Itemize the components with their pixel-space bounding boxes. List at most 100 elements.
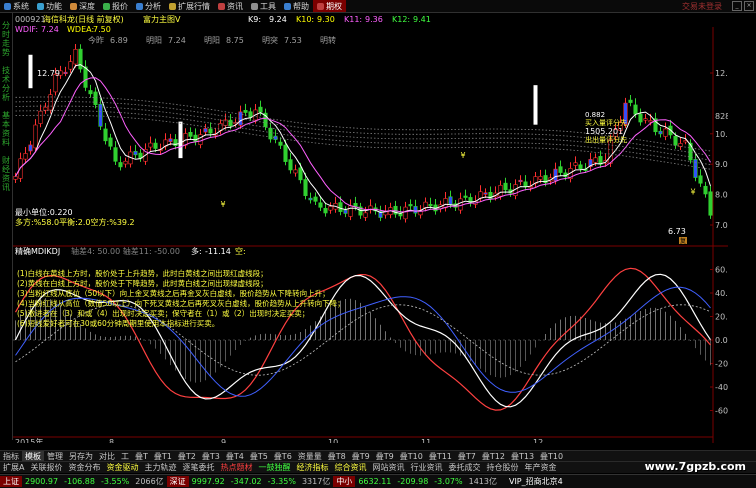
login-status: 交易未登录: [682, 2, 722, 11]
function-tab-0[interactable]: 扩展A: [0, 462, 27, 473]
menu-label: 帮助: [293, 1, 309, 11]
menu-item-6[interactable]: 资讯: [214, 0, 247, 12]
menu-item-0[interactable]: 系统: [0, 0, 33, 12]
indicator-tab-9[interactable]: 叠T3: [199, 451, 223, 462]
indicator-note: (3)当粉红线从底位（50以下）向上金叉黄线之后再金叉灰白虚线，股价趋势从下降转…: [17, 288, 330, 298]
price-tick: 9.00: [715, 160, 728, 169]
menu-icon: [251, 2, 258, 10]
index-label[interactable]: 中小: [333, 476, 356, 487]
indicator-tab-19[interactable]: 叠T7: [455, 451, 479, 462]
price-tick: 10.00: [715, 130, 728, 139]
indicator-note: (6)短线爱好者可在30或60分钟周期里使用本指标进行买卖。: [17, 318, 219, 328]
indicator-tab-21[interactable]: 叠T13: [508, 451, 537, 462]
indicator-tab-2[interactable]: 管理: [44, 451, 66, 462]
indicator-tab-17[interactable]: 叠T10: [397, 451, 426, 462]
index-vol: 2066亿: [135, 477, 164, 486]
ma-value: 9.36: [365, 15, 383, 24]
indicator-notes: (1)白线在黄线上方时，股价处于上升趋势，此时白黄线之间出现红虚线段；(2)黄线…: [17, 268, 345, 328]
menu-item-1[interactable]: 功能: [33, 0, 66, 12]
indicator-tab-22[interactable]: 叠T10: [537, 451, 566, 462]
signal-empty: 空:: [235, 246, 246, 256]
indicator-tab-8[interactable]: 叠T2: [175, 451, 199, 462]
function-tab-8[interactable]: 经济指标: [293, 462, 331, 473]
menu-item-3[interactable]: 报价: [99, 0, 132, 12]
candle-body: [113, 147, 118, 162]
function-tab-10[interactable]: 网站资讯: [369, 462, 407, 473]
left-tab-3[interactable]: 财经资讯: [1, 156, 11, 192]
date-label: 9: [221, 438, 226, 443]
candle-body: [168, 138, 173, 142]
left-tab-1[interactable]: 技术分析: [1, 66, 11, 102]
candle-body: [278, 141, 283, 146]
indicator-tab-13[interactable]: 资量量: [295, 451, 325, 462]
index-label[interactable]: 上证: [0, 476, 22, 487]
candle-body: [88, 90, 93, 95]
menu-item-4[interactable]: 分析: [132, 0, 165, 12]
note-2: 买入量评分先: [585, 118, 627, 127]
indicator-tab-16[interactable]: 叠T9: [373, 451, 397, 462]
indicator-tab-0[interactable]: 指标: [0, 451, 22, 462]
stock-name: 海信科龙(日线 前复权): [43, 14, 124, 24]
indicator-tab-1[interactable]: 模板: [22, 450, 44, 462]
indicator-tab-3[interactable]: 另存为: [66, 451, 96, 462]
indicator-tab-5[interactable]: 工: [118, 451, 132, 462]
candle-body: [428, 204, 433, 207]
function-tab-1[interactable]: 关联报价: [27, 462, 65, 473]
close-button[interactable]: ×: [744, 1, 754, 11]
indicator-tab-20[interactable]: 叠T12: [479, 451, 508, 462]
indicator-tab-6[interactable]: 叠T: [132, 451, 151, 462]
indicator-tab-4[interactable]: 对比: [96, 451, 118, 462]
menu-item-9[interactable]: 期权: [313, 0, 346, 12]
candle-body: [193, 134, 198, 142]
function-tab-6[interactable]: 热点题材: [217, 462, 255, 473]
menu-item-2[interactable]: 深度: [66, 0, 99, 12]
status-bar: 上证 2900.97 -106.88 -3.55% 2066亿 深证 9997.92 -347…: [0, 474, 756, 488]
indicator-tab-15[interactable]: 叠T9: [349, 451, 373, 462]
function-tab-2[interactable]: 资金分布: [65, 462, 103, 473]
site-watermark: www.7gpzb.com: [644, 460, 746, 473]
min-unit-label: 最小单位:0.220: [15, 207, 73, 217]
function-tab-9[interactable]: 综合资讯: [331, 462, 369, 473]
function-tab-3[interactable]: 资金驱动: [103, 462, 141, 473]
function-tab-5[interactable]: 逐笔委托: [179, 462, 217, 473]
candle-body: [443, 198, 448, 209]
candle-body: [33, 124, 38, 149]
left-tab-2[interactable]: 基本资料: [1, 111, 11, 147]
candle-body: [68, 61, 73, 70]
indicator-tab-12[interactable]: 叠T6: [271, 451, 295, 462]
left-tab-0[interactable]: 分时走势: [1, 21, 11, 57]
candle-body: [553, 168, 558, 182]
index-chg: -106.88: [64, 477, 95, 486]
wdif-values: WDIF: 7.24 WDEA:7.50: [15, 25, 111, 34]
function-tab-13[interactable]: 持仓股份: [483, 462, 521, 473]
indicator-tab-14[interactable]: 叠T8: [325, 451, 349, 462]
function-tab-4[interactable]: 主力轨迹: [141, 462, 179, 473]
menu-item-8[interactable]: 帮助: [280, 0, 313, 12]
function-tab-11[interactable]: 行业资讯: [407, 462, 445, 473]
stock-chart[interactable]: ¥ ¥ ¥ 12.00 10.00 9.00 8.00 7.00 828 60.00 40.00 2…: [13, 13, 728, 443]
ma-label: K9:: [248, 15, 261, 24]
menu-item-5[interactable]: 扩展行情: [165, 0, 214, 12]
candle-body: [413, 206, 418, 214]
indicator-tab-18[interactable]: 叠T11: [426, 451, 455, 462]
buy-signal-icon: ¥: [691, 188, 696, 197]
indicator-name[interactable]: 精确MDIKDJ: [15, 246, 60, 256]
function-tab-7[interactable]: 一鼓独醒: [255, 462, 293, 473]
ma-value: 9.24: [269, 15, 287, 24]
candle-body: [248, 111, 253, 118]
candle-body: [518, 179, 523, 183]
indicator-tab-10[interactable]: 叠T4: [223, 451, 247, 462]
index-label[interactable]: 深证: [166, 476, 189, 487]
minimize-button[interactable]: _: [732, 1, 742, 11]
candle-body: [298, 167, 303, 181]
menu-item-7[interactable]: 工具: [247, 0, 280, 12]
function-tab-14[interactable]: 年产资金: [521, 462, 559, 473]
function-tab-12[interactable]: 委托成交: [445, 462, 483, 473]
candle-body: [38, 110, 43, 124]
indicator-tab-7[interactable]: 叠T1: [151, 451, 175, 462]
candle-body: [643, 118, 648, 121]
indicator-tab-11[interactable]: 叠T5: [247, 451, 271, 462]
ma-label: K12:: [392, 15, 410, 24]
menu-label: 报价: [112, 1, 128, 11]
chart-indicator: 富力主图V: [143, 14, 181, 24]
